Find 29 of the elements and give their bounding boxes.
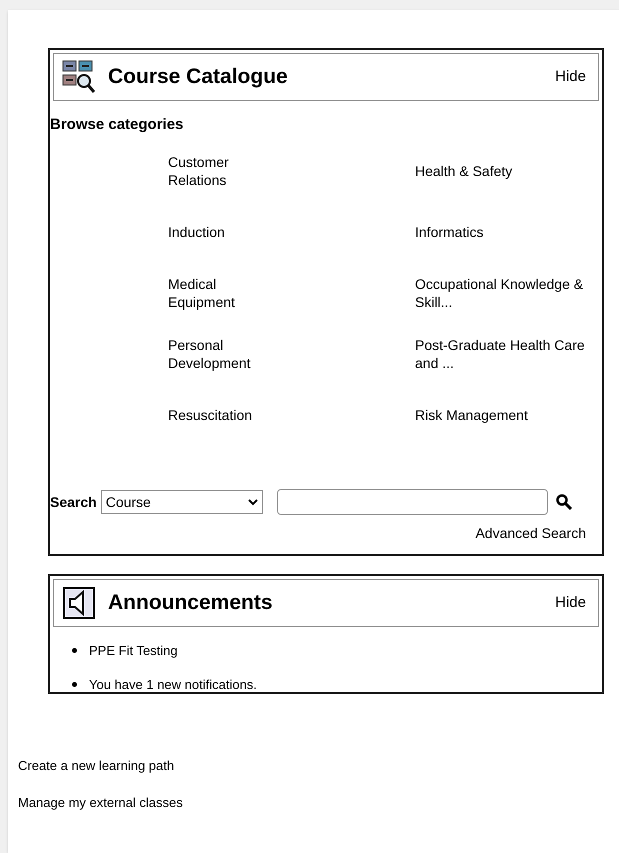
bullet-icon [72, 648, 77, 654]
search-icon[interactable] [556, 494, 572, 510]
category-link[interactable]: Post-Graduate Health Care and ... [415, 336, 595, 372]
search-input[interactable] [276, 489, 548, 515]
category-link[interactable]: Resuscitation [168, 406, 278, 424]
category-link[interactable]: Occupational Knowledge & Skill... [415, 275, 595, 311]
chevron-down-icon [248, 498, 258, 506]
catalogue-search-icon [62, 60, 96, 94]
search-scope-select[interactable]: Course [100, 490, 263, 514]
category-link[interactable]: Induction [168, 223, 278, 241]
announcement-item[interactable]: You have 1 new notifications. [89, 674, 257, 694]
action-link[interactable]: Manage my external classes [18, 792, 604, 812]
search-label: Search [50, 492, 97, 512]
category-link[interactable]: Customer Relations [168, 153, 278, 189]
category-link[interactable]: Informatics [415, 223, 595, 241]
speaker-icon [62, 586, 96, 620]
category-link[interactable]: Medical Equipment [168, 275, 278, 311]
bullet-icon [72, 682, 77, 687]
action-link[interactable]: Create a new learning path [18, 756, 604, 776]
category-link[interactable]: Risk Management [415, 406, 595, 424]
hide-link[interactable]: Hide [555, 66, 586, 88]
hide-link[interactable]: Hide [555, 592, 586, 614]
category-link[interactable]: Health & Safety [415, 162, 595, 180]
advanced-search-link[interactable]: Advanced Search [475, 523, 586, 544]
category-link[interactable]: Personal Development [168, 336, 278, 372]
browse-categories-heading: Browse categories [50, 115, 184, 135]
block-title: Announcements [108, 590, 273, 616]
announcement-item[interactable]: PPE Fit Testing [89, 641, 178, 660]
block-title: Course Catalogue [108, 64, 288, 90]
